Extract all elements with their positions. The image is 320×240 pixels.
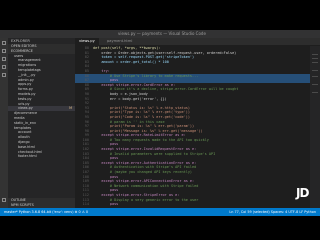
status-right[interactable]: Ln 77, Col 59 (selected) Spaces: 4 UTF-8… <box>229 210 316 214</box>
channel-logo: JD <box>296 186 309 200</box>
files-icon[interactable] <box>2 41 6 45</box>
explorer-item-label: static_in_env <box>14 120 37 125</box>
explorer-item-label: models.py <box>18 91 36 96</box>
window-title: views.py — payments — Visual Studio Code <box>118 31 206 36</box>
explorer-item-label: users <box>14 53 24 58</box>
explorer-item-label: media <box>14 115 25 120</box>
line-number: 114 <box>82 202 89 207</box>
explorer-item-label: allauth <box>18 135 30 140</box>
explorer-item-label: footer.html <box>18 154 37 159</box>
explorer-item-label: base.html <box>18 144 35 149</box>
explorer-item-label: apps.py <box>18 82 32 87</box>
explorer-item-label: __init__.py <box>18 72 36 77</box>
search-icon[interactable] <box>2 49 6 53</box>
tab-views-py[interactable]: views.py <box>75 38 99 45</box>
letterbox-bottom <box>0 216 320 240</box>
status-left[interactable]: master* Python 3.6.8 64-bit ('env': venv… <box>4 210 88 214</box>
explorer-item-label: templatetags <box>18 67 41 72</box>
explorer-item-label: forms.py <box>18 87 33 92</box>
explorer-item-label: migrations <box>18 63 37 68</box>
editor-area: views.py payment.html 80 def post(self, *… <box>75 38 320 208</box>
editor-tabs: views.py payment.html <box>75 38 320 45</box>
tab-payment-html[interactable]: payment.html <box>103 38 136 45</box>
settings-gear-icon[interactable] <box>2 198 6 202</box>
explorer-item-label: urls.py <box>18 101 30 106</box>
explorer-item-label: templates <box>14 125 32 130</box>
explorer-item-label: djecommerce <box>14 111 38 116</box>
explorer-item-label: django <box>18 139 30 144</box>
title-bar: views.py — payments — Visual Studio Code <box>0 30 320 38</box>
debug-icon[interactable] <box>2 65 6 69</box>
explorer-item-label: account <box>18 130 32 135</box>
explorer-item-label: admin.py <box>18 77 34 82</box>
file-tree: users management migrations templatetags __i… <box>8 54 75 160</box>
status-bar: master* Python 3.6.8 64-bit ('env': venv… <box>0 208 320 216</box>
minimap[interactable] <box>310 46 320 208</box>
explorer-sidebar: EXPLORER OPEN EDITORS ECOMMERCE users man… <box>8 38 75 208</box>
explorer-item-label: tests.py <box>18 96 32 101</box>
explorer-item[interactable]: footer.html <box>8 154 75 159</box>
activity-bar <box>0 38 8 208</box>
code-text: pass <box>93 202 119 207</box>
explorer-item-label: management <box>18 58 41 63</box>
letterbox-top <box>0 0 320 30</box>
explorer-item-label: checkout.html <box>18 149 43 154</box>
source-control-icon[interactable] <box>2 57 6 61</box>
code-editor[interactable]: 80 def post(self, *args, **kwargs): 81 ord… <box>75 46 310 207</box>
vscode-window: views.py — payments — Visual Studio Code… <box>0 30 320 216</box>
code-line[interactable]: 114 pass <box>75 202 310 207</box>
explorer-item-label: views.py <box>18 106 33 111</box>
extensions-icon[interactable] <box>2 73 6 77</box>
